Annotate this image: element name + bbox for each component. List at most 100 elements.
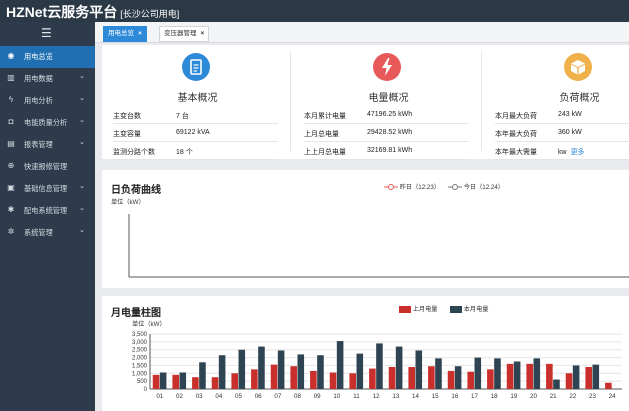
more-link[interactable]: 更多 — [571, 149, 585, 156]
monthly-bar-chart: 0 500 1,000 1,5002,000 2,500 3,000 3,500 01 02 03… — [132, 332, 622, 400]
bar-last-month — [349, 373, 356, 389]
bar-this-month — [474, 357, 482, 389]
info-value: 32169.81 kWh — [367, 147, 413, 154]
chevron-down-icon: ⌄ — [79, 139, 85, 146]
x-tick-label: 06 — [255, 393, 262, 400]
menu-toggle-icon[interactable]: ☰ — [41, 26, 52, 40]
bar-last-month — [447, 370, 455, 389]
bar-last-month — [526, 363, 533, 389]
y-tick-label: 0 — [144, 387, 148, 393]
chevron-down-icon: ⌄ — [79, 95, 85, 102]
sidebar-item-7[interactable]: ✱ 配电系统管理 ⌄ — [0, 200, 95, 222]
close-icon[interactable]: × — [138, 30, 142, 37]
info-value: 18 个 — [176, 149, 193, 156]
bolt-icon — [373, 53, 401, 81]
box-icon — [564, 53, 592, 81]
bar-this-month — [553, 379, 560, 389]
divider — [290, 51, 291, 151]
info-value: 29428.52 kWh — [367, 129, 413, 136]
bar-last-month — [605, 382, 612, 389]
basic-overview-card: 基本概况 主变台数 7 台 主变容量 69122 kVA 监测分路个数 18 个 — [105, 45, 290, 160]
bar-last-month — [428, 366, 435, 389]
info-value: 47196.25 kWh — [367, 111, 413, 118]
document-icon — [182, 53, 210, 81]
x-tick-label: 09 — [314, 393, 321, 400]
gear-icon: ✱ — [7, 205, 15, 214]
app-title-text: HZNet云服务平台 — [6, 4, 118, 20]
sidebar-item-3[interactable]: ◘ 电能质量分析 ⌄ — [0, 112, 95, 134]
tab-transformer[interactable]: 变压器管理 × — [159, 26, 210, 42]
bar-this-month — [356, 353, 364, 389]
x-tick-label: 20 — [530, 393, 537, 400]
x-tick-label: 04 — [215, 393, 222, 400]
sidebar-item-label: 快速报修管理 — [24, 162, 68, 171]
sidebar-item-label: 基础信息管理 — [24, 184, 68, 193]
x-tick-label: 23 — [589, 393, 596, 400]
bar-last-month — [329, 372, 337, 389]
x-tick-label: 14 — [412, 393, 419, 400]
basic-overview-title: 基本概况 — [177, 93, 218, 104]
chevron-down-icon: ⌄ — [79, 73, 85, 80]
plus-circle-icon: ⊕ — [7, 161, 15, 170]
x-tick-label: 18 — [491, 393, 498, 400]
info-key: 主变容量 — [113, 131, 141, 138]
info-value: 7 台 — [176, 113, 189, 120]
x-tick-label: 22 — [569, 393, 576, 400]
sidebar-item-5[interactable]: ⊕ 快速报修管理 — [0, 156, 95, 178]
gears-icon: ✲ — [7, 227, 15, 236]
sidebar-item-6[interactable]: ▣ 基础信息管理 ⌄ — [0, 178, 95, 200]
daily-load-panel: 日负荷曲线 单位（kW） 昨日（12.23） 今日（12.24） — [102, 170, 629, 288]
bar-last-month — [487, 369, 494, 389]
bar-this-month — [572, 365, 580, 389]
info-key: 监测分路个数 — [113, 149, 155, 156]
x-tick-label: 13 — [392, 393, 399, 400]
sidebar-item-label: 报表管理 — [24, 140, 53, 149]
bar-this-month — [159, 372, 167, 389]
info-row: 本月最大负荷 243 kW — [495, 107, 629, 124]
bar-last-month — [408, 367, 415, 389]
sidebar-item-0[interactable]: ◉ 用电总览 — [0, 46, 95, 68]
id-card-icon: ▣ — [7, 183, 15, 192]
sidebar-item-4[interactable]: ▤ 报表管理 ⌄ — [0, 134, 95, 156]
sidebar-item-1[interactable]: ▥ 用电数据 ⌄ — [0, 68, 95, 90]
app-subtitle: [长沙公司用电] — [120, 9, 180, 19]
info-key: 本年最大需量 — [495, 149, 537, 156]
info-row: 本年最大负荷 360 kW — [495, 125, 629, 142]
bar-this-month — [454, 366, 462, 389]
info-key: 本月最大负荷 — [495, 113, 537, 120]
y-tick-label: 3,000 — [132, 340, 148, 346]
sidebar-item-label: 用电分析 — [24, 96, 53, 105]
load-overview-title: 负荷概况 — [559, 93, 600, 104]
info-key: 主变台数 — [113, 113, 141, 120]
info-row: 本月累计电量 47196.25 kWh — [304, 107, 469, 124]
info-row: 本年最大需量 kw 更多 — [495, 143, 629, 160]
sidebar-item-8[interactable]: ✲ 系统管理 ⌄ — [0, 222, 95, 244]
bar-this-month — [297, 354, 305, 389]
app-title: HZNet云服务平台 [长沙公司用电] — [6, 2, 179, 22]
bar-this-month — [494, 358, 501, 389]
x-tick-label: 02 — [176, 393, 183, 400]
close-icon[interactable]: × — [201, 30, 205, 37]
camera-icon: ◘ — [8, 117, 14, 126]
bar-last-month — [211, 377, 219, 389]
bar-this-month — [258, 346, 265, 389]
sidebar-item-2[interactable]: ϟ 用电分析 ⌄ — [0, 90, 95, 112]
sidebar-item-label: 电能质量分析 — [24, 118, 68, 127]
info-value: kw 更多 — [558, 147, 585, 157]
x-tick-label: 07 — [274, 393, 281, 400]
bar-last-month — [192, 377, 199, 389]
y-tick-label: 1,500 — [132, 363, 148, 369]
x-tick-label: 11 — [353, 393, 360, 400]
bar-last-month — [231, 373, 238, 389]
bar-last-month — [369, 368, 376, 389]
eye-icon: ◉ — [7, 51, 15, 60]
tab-overview[interactable]: 用电总览 × — [103, 26, 147, 42]
chevron-down-icon: ⌄ — [79, 183, 85, 190]
info-row: 上上月总电量 32169.81 kWh — [304, 143, 469, 160]
sidebar-item-label: 配电系统管理 — [24, 206, 68, 215]
bolt-icon: ϟ — [8, 95, 14, 104]
chevron-down-icon: ⌄ — [79, 117, 85, 124]
bar-this-month — [199, 362, 206, 389]
bar-this-month — [415, 350, 423, 389]
sidebar-item-label: 系统管理 — [24, 228, 53, 237]
